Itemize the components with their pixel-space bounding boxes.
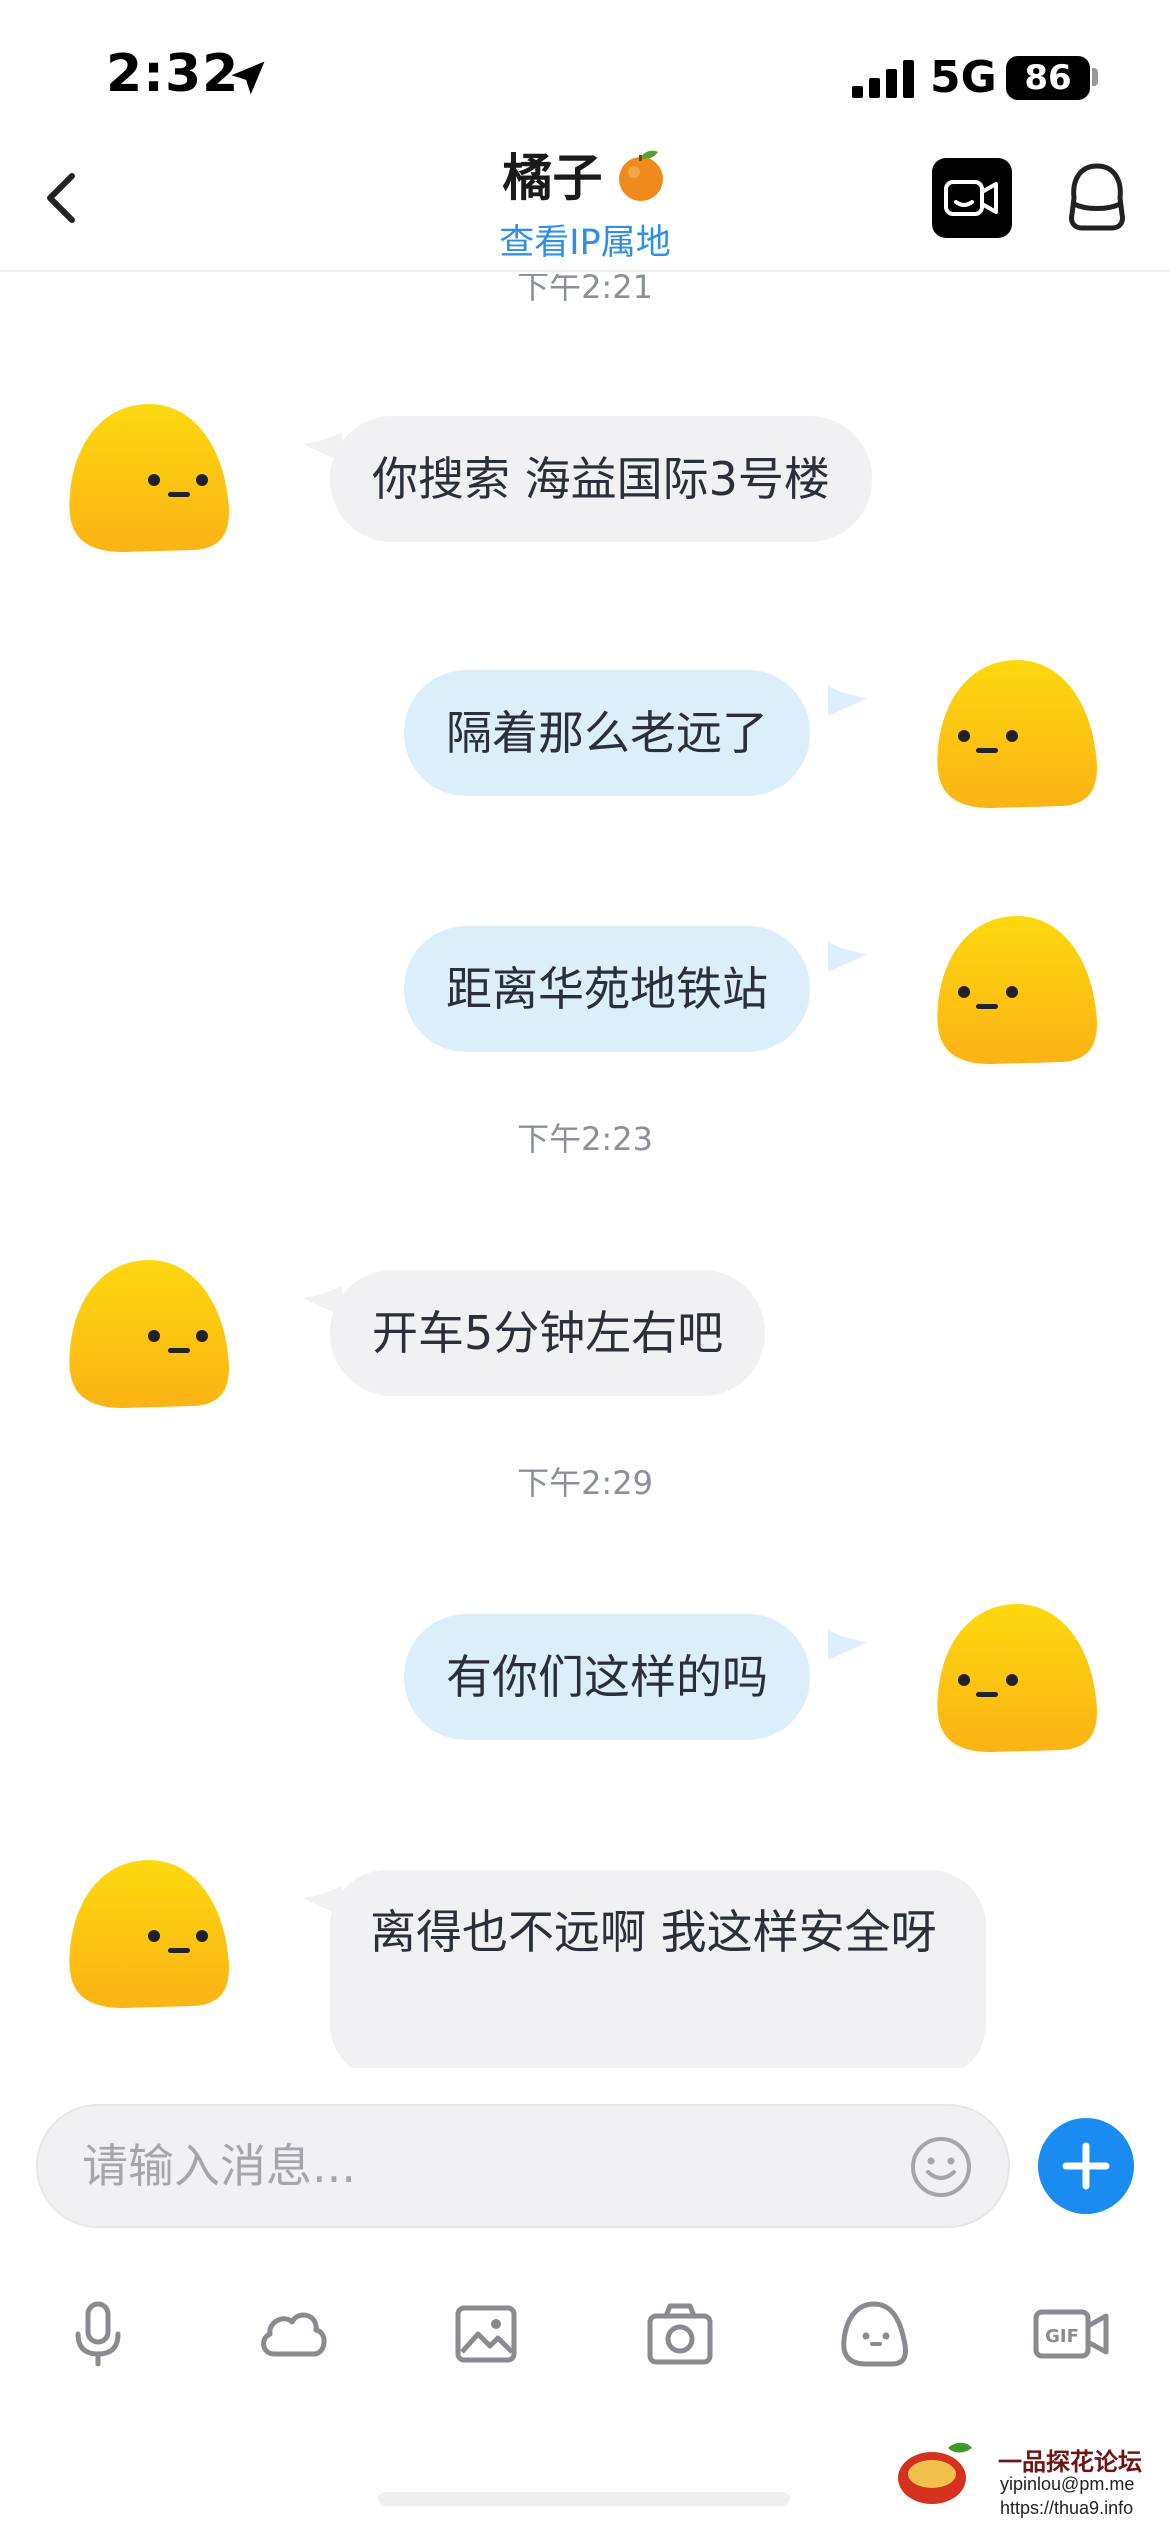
timestamp: 下午2:21 [517,274,653,306]
message-input[interactable] [82,2106,902,2226]
watermark-email: yipinlou@pm.me [1000,2474,1135,2494]
video-call-button[interactable] [932,158,1012,238]
svg-text:GIF: GIF [1045,2326,1079,2347]
status-bar: 2:32 5G 86 [0,0,1170,140]
cloud-icon[interactable] [254,2296,330,2372]
outgoing-message[interactable]: 距离华苑地铁站 [404,926,810,1052]
watermark-url: https://thua9.info [1000,2498,1134,2518]
contact-avatar[interactable] [64,1254,234,1414]
home-indicator[interactable] [378,2492,790,2506]
my-avatar[interactable] [932,1598,1102,1758]
my-avatar[interactable] [932,910,1102,1070]
video-camera-icon [944,180,998,216]
plus-icon [1062,2142,1110,2190]
status-time: 2:32 [106,44,240,104]
emoji-button[interactable] [908,2134,974,2200]
location-arrow-icon [231,61,265,95]
contact-name: 橘子 [502,149,603,207]
profile-button[interactable] [1060,158,1134,238]
contact-avatar[interactable] [64,1854,234,2014]
mic-icon[interactable] [60,2296,136,2372]
message-input-bar [36,2104,1010,2228]
sticker-icon[interactable] [836,2296,912,2372]
add-button[interactable] [1038,2118,1134,2214]
gif-icon[interactable]: GIF [1032,2296,1112,2372]
nav-bar: 橘子 查看IP属地 [0,130,1170,272]
bubble-tail [828,942,868,972]
tangerine-emoji-icon [618,150,663,201]
battery-tip [1092,68,1098,86]
battery-icon: 86 [1006,56,1090,100]
bubble-tail [828,686,868,716]
incoming-message[interactable]: 你搜索 海益国际3号楼 [330,416,872,542]
signal-icon [852,60,914,98]
watermark-title: 一品探花论坛 [998,2448,1142,2476]
network-label: 5G [930,52,997,103]
battery-level: 86 [1024,58,1072,98]
bubble-tail [828,1630,868,1660]
outgoing-message[interactable]: 隔着那么老远了 [404,670,810,796]
contact-avatar[interactable] [64,398,234,558]
forum-logo [898,2442,972,2504]
timestamp: 下午2:29 [517,1464,653,1502]
timestamp: 下午2:23 [517,1120,653,1158]
chat-area[interactable]: 下午2:21 你搜索 海益国际3号楼 隔着那么老远了 距离华苑地铁站 下午2:2… [0,274,1170,2068]
incoming-message[interactable]: 离得也不远啊 我这样安全呀 [330,1870,986,2068]
image-icon[interactable] [448,2296,524,2372]
outgoing-message[interactable]: 有你们这样的吗 [404,1614,810,1740]
incoming-message[interactable]: 开车5分钟左右吧 [330,1270,766,1396]
camera-icon[interactable] [642,2296,718,2372]
my-avatar[interactable] [932,654,1102,814]
